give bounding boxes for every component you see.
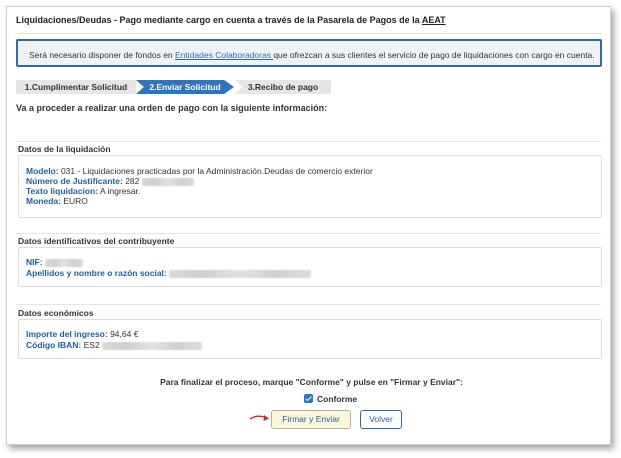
modelo-value: 031 - Liquidaciones practicadas por la A…: [58, 166, 373, 176]
redacted-nombre: [169, 269, 312, 278]
red-arrow-icon: [249, 415, 269, 421]
conforme-checkbox[interactable]: [304, 394, 313, 404]
conforme-label[interactable]: Conforme: [317, 394, 357, 404]
economicos-box: [18, 319, 602, 359]
iban-label: Código IBAN:: [26, 340, 82, 350]
contribuyente-section-title: Datos identificativos del contribuyente: [18, 236, 175, 246]
moneda-label: Moneda:: [26, 196, 61, 206]
modelo-label: Modelo:: [26, 166, 59, 176]
step-cumplimentar: 1.Cumplimentar Solicitud: [16, 80, 136, 94]
page-title-aeat: AEAT: [421, 15, 446, 25]
info-text-after: que ofrezcan a sus clientes el servicio …: [273, 50, 595, 60]
justificante-value: 282: [122, 176, 140, 186]
nombre-label: Apellidos y nombre o razón social:: [26, 268, 167, 278]
importe-value: 94,64 €: [107, 329, 139, 339]
iban-value: ES2: [81, 340, 100, 350]
texto-label: Texto liquidacion:: [26, 186, 99, 196]
liquidacion-section-title: Datos de la liquidación: [18, 144, 111, 154]
modelo-row: Modelo: 031 - Liquidaciones practicadas …: [26, 166, 373, 176]
moneda-value: EURO: [60, 196, 88, 206]
nif-row: NIF:: [26, 257, 83, 267]
nif-label: NIF:: [26, 257, 43, 267]
economicos-section-title: Datos económicos: [18, 308, 94, 318]
texto-row: Texto liquidacion: A ingresar.: [26, 186, 140, 196]
justificante-row: Número de Justificante: 282: [26, 176, 194, 186]
info-text-before: Será necesario disponer de fondos en: [29, 50, 173, 60]
texto-value: A ingresar.: [98, 186, 141, 196]
info-text: Será necesario disponer de fondos en Ent…: [29, 50, 595, 60]
entidades-colaboradoras-link[interactable]: Entidades Colaboradoras: [175, 50, 273, 60]
moneda-row: Moneda: EURO: [26, 196, 88, 206]
redacted-justificante: [141, 177, 194, 186]
info-box: Será necesario disponer de fondos en Ent…: [16, 39, 602, 67]
iban-row: Código IBAN: ES2: [26, 340, 203, 350]
section-divider: [16, 233, 601, 234]
conforme-checkbox-row[interactable]: Conforme: [304, 394, 357, 404]
page-title: Liquidaciones/Deudas - Pago mediante car…: [16, 15, 446, 25]
section-divider: [16, 304, 601, 305]
lead-text: Va a proceder a realizar una orden de pa…: [16, 103, 328, 113]
contribuyente-box: [18, 247, 602, 287]
volver-button[interactable]: Volver: [360, 410, 402, 429]
step-enviar-active: 2.Enviar Solicitud: [136, 80, 234, 94]
nombre-row: Apellidos y nombre o razón social:: [26, 268, 312, 278]
final-instructions: Para finalizar el proceso, marque "Confo…: [160, 377, 463, 387]
section-divider: [16, 141, 601, 142]
firmar-y-enviar-button[interactable]: Firmar y Enviar: [271, 410, 351, 429]
redacted-iban: [102, 341, 203, 350]
main-panel: Liquidaciones/Deudas - Pago mediante car…: [6, 6, 611, 445]
importe-label: Importe del ingreso:: [26, 329, 108, 339]
justificante-label: Número de Justificante:: [26, 176, 123, 186]
step-recibo: 3.Recibo de pago: [235, 80, 331, 94]
importe-row: Importe del ingreso: 94,64 €: [26, 329, 138, 339]
title-divider: [15, 33, 602, 34]
page-title-main: Liquidaciones/Deudas - Pago mediante car…: [16, 15, 420, 25]
redacted-nif: [44, 258, 83, 267]
